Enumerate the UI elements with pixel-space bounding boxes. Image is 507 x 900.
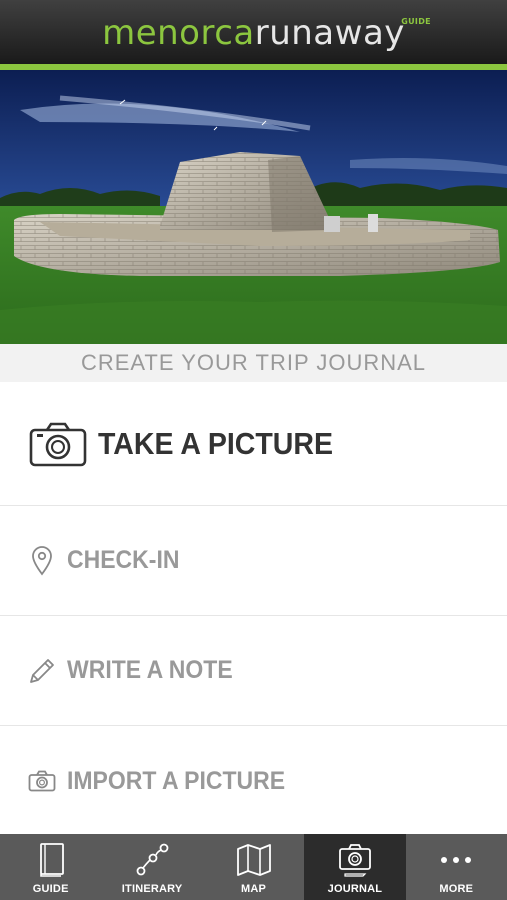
tab-more[interactable]: MORE xyxy=(406,834,507,900)
tab-guide-label: GUIDE xyxy=(32,883,69,895)
tab-itinerary-label: ITINERARY xyxy=(121,883,183,895)
app-header: menorcarunaway GUIDE xyxy=(0,0,507,64)
write-note-label: WRITE A NOTE xyxy=(67,656,233,684)
book-icon xyxy=(36,840,66,880)
map-icon xyxy=(236,840,272,880)
bottom-tab-bar: GUIDE ITINERARY MAP JOURNAL MORE xyxy=(0,834,507,900)
tab-itinerary[interactable]: ITINERARY xyxy=(101,834,202,900)
check-in-button[interactable]: CHECK-IN xyxy=(0,506,507,616)
tab-journal[interactable]: JOURNAL xyxy=(304,834,406,900)
import-picture-label: IMPORT A PICTURE xyxy=(67,766,286,795)
take-picture-label: TAKE A PICTURE xyxy=(98,425,334,461)
tab-guide[interactable]: GUIDE xyxy=(0,834,101,900)
hero-image xyxy=(0,70,507,344)
import-picture-button[interactable]: IMPORT A PICTURE xyxy=(0,726,507,836)
location-pin-icon xyxy=(28,545,56,576)
logo-text-runaway: runaway xyxy=(254,13,405,53)
check-in-label: CHECK-IN xyxy=(67,546,180,574)
app-logo: menorcarunaway GUIDE xyxy=(102,13,431,53)
journal-section-title: CREATE YOUR TRIP JOURNAL xyxy=(0,344,507,382)
take-picture-button[interactable]: TAKE A PICTURE xyxy=(0,382,507,506)
tab-map[interactable]: MAP xyxy=(203,834,304,900)
more-dots-icon xyxy=(438,840,474,880)
camera-small-icon xyxy=(28,770,56,792)
logo-subtitle: GUIDE xyxy=(401,17,431,26)
camera-icon xyxy=(28,421,88,467)
tab-journal-label: JOURNAL xyxy=(327,883,383,895)
logo-text-menorca: menorca xyxy=(102,13,255,53)
tab-more-label: MORE xyxy=(439,883,474,895)
write-note-button[interactable]: WRITE A NOTE xyxy=(0,616,507,726)
route-icon xyxy=(133,840,171,880)
pencil-icon xyxy=(28,657,56,685)
journal-camera-icon xyxy=(337,840,373,880)
tab-map-label: MAP xyxy=(240,883,267,895)
